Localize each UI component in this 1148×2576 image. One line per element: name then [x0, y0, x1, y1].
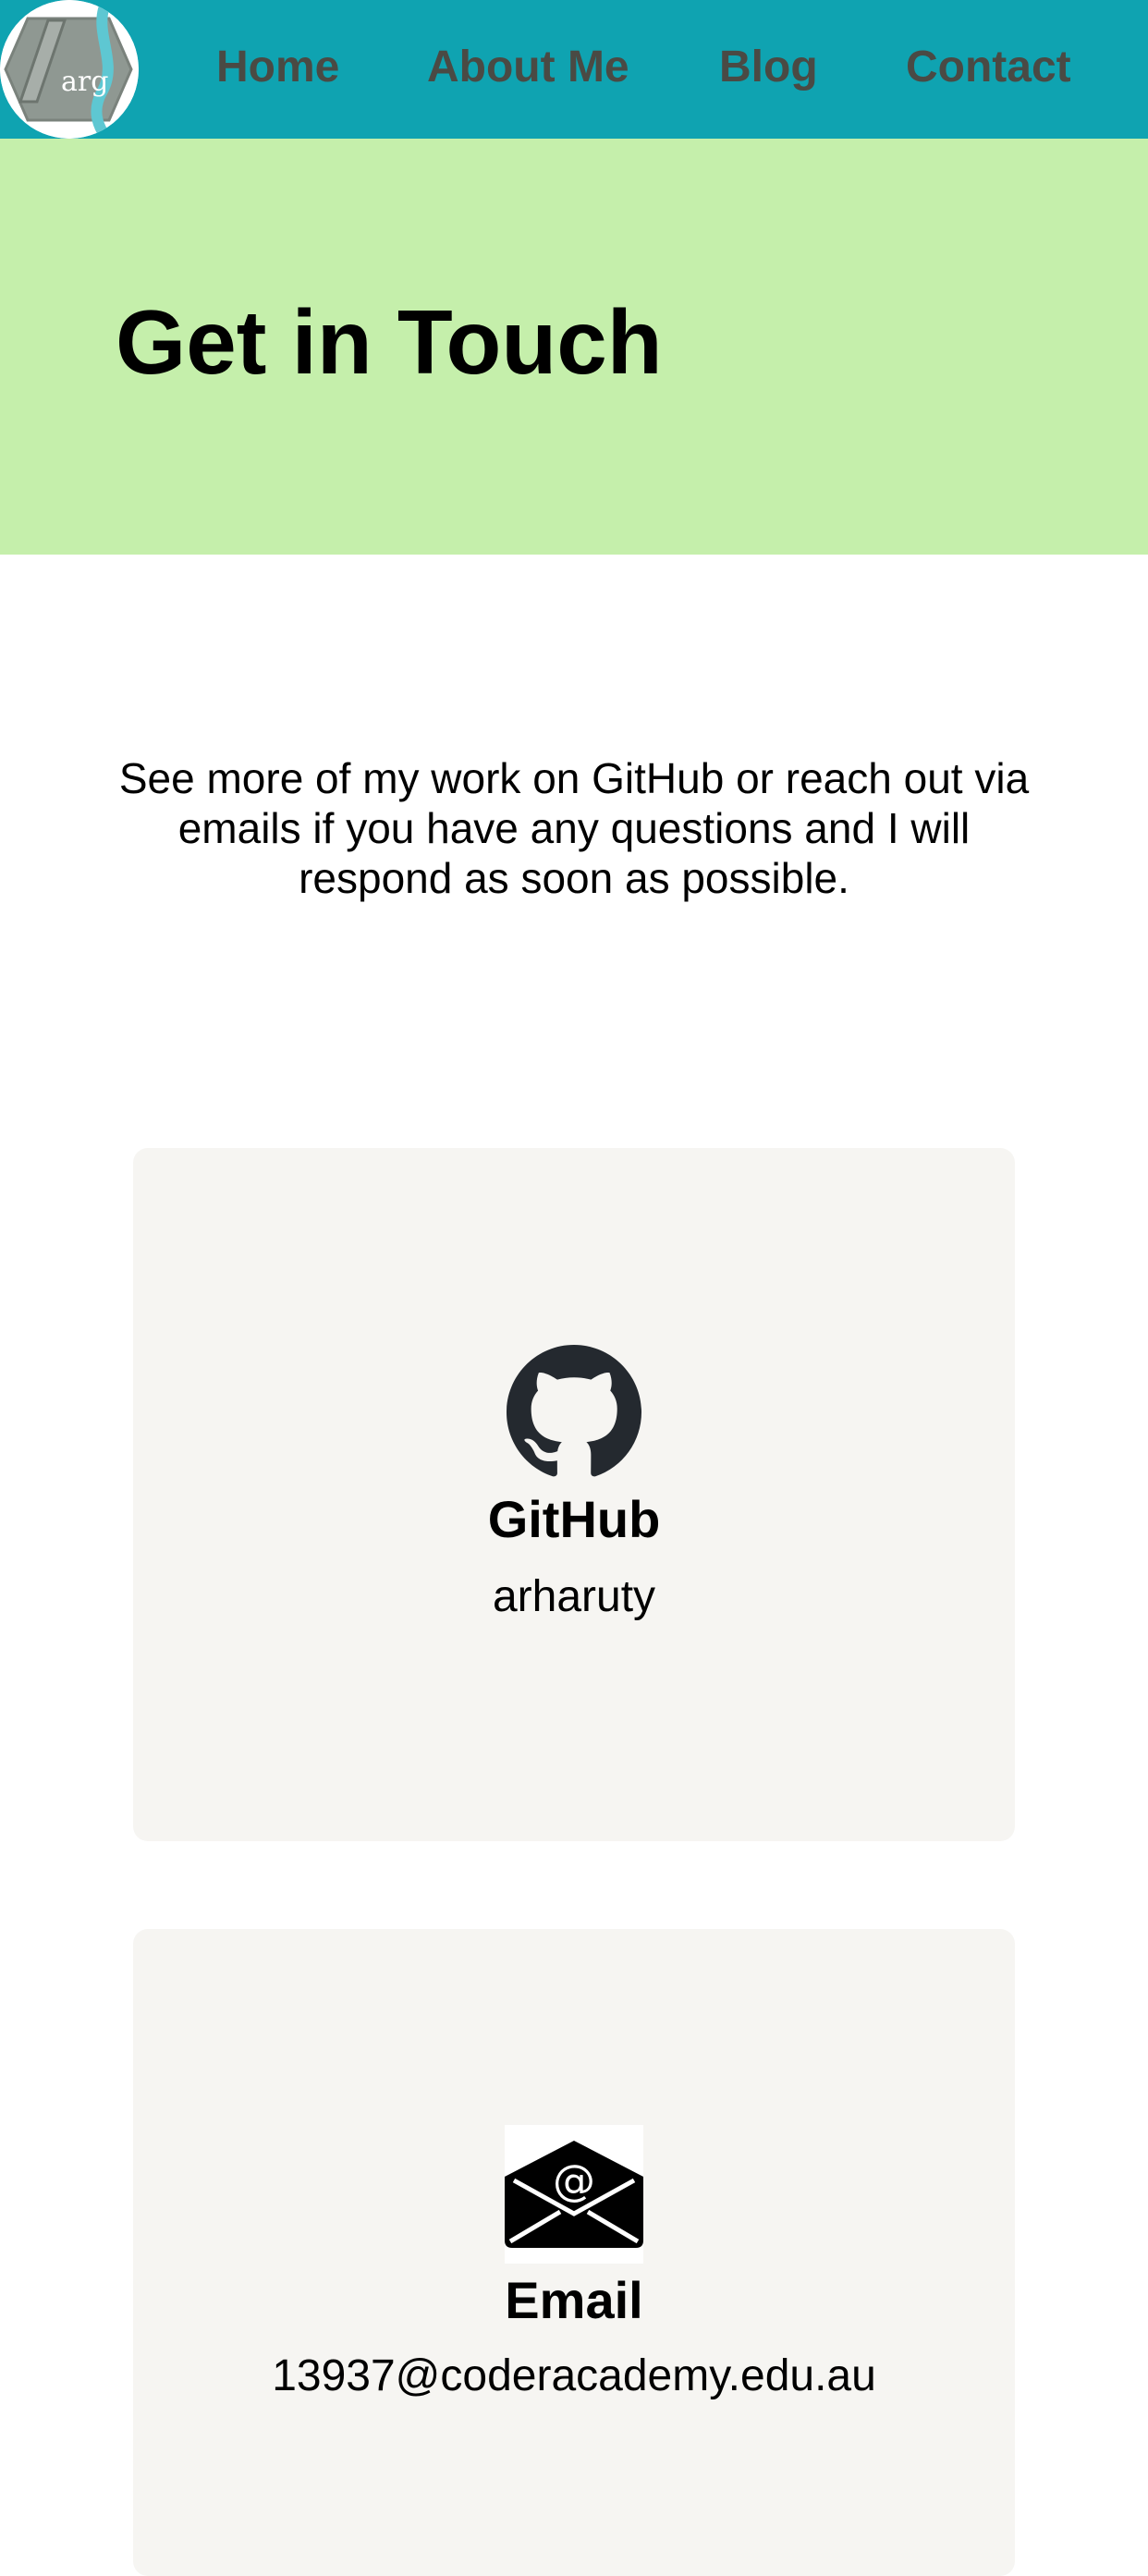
navbar: arg Home About Me Blog Contact [0, 0, 1148, 139]
intro-text: See more of my work on GitHub or reach o… [118, 754, 1030, 902]
svg-text:@: @ [553, 2155, 595, 2205]
svg-text:arg: arg [61, 66, 108, 98]
github-username[interactable]: arharuty [133, 1571, 1015, 1623]
email-address[interactable]: 13937@coderacademy.edu.au [133, 2350, 1015, 2402]
email-card[interactable]: @ Email 13937@coderacademy.edu.au [133, 1929, 1015, 2576]
nav-home-link[interactable]: Home [216, 41, 339, 94]
github-icon [507, 1345, 641, 1477]
nav-blog-link[interactable]: Blog [719, 41, 818, 94]
github-card[interactable]: GitHub arharuty [133, 1148, 1015, 1841]
hero-banner: Get in Touch [0, 139, 1148, 555]
page-title: Get in Touch [116, 291, 663, 393]
logo-icon: arg [0, 0, 139, 139]
email-heading: Email [505, 2271, 643, 2329]
email-envelope-icon: @ [505, 2125, 643, 2264]
nav-about-link[interactable]: About Me [427, 41, 629, 94]
site-logo[interactable]: arg [0, 0, 139, 139]
nav-contact-link[interactable]: Contact [906, 41, 1071, 94]
github-heading: GitHub [487, 1490, 661, 1548]
